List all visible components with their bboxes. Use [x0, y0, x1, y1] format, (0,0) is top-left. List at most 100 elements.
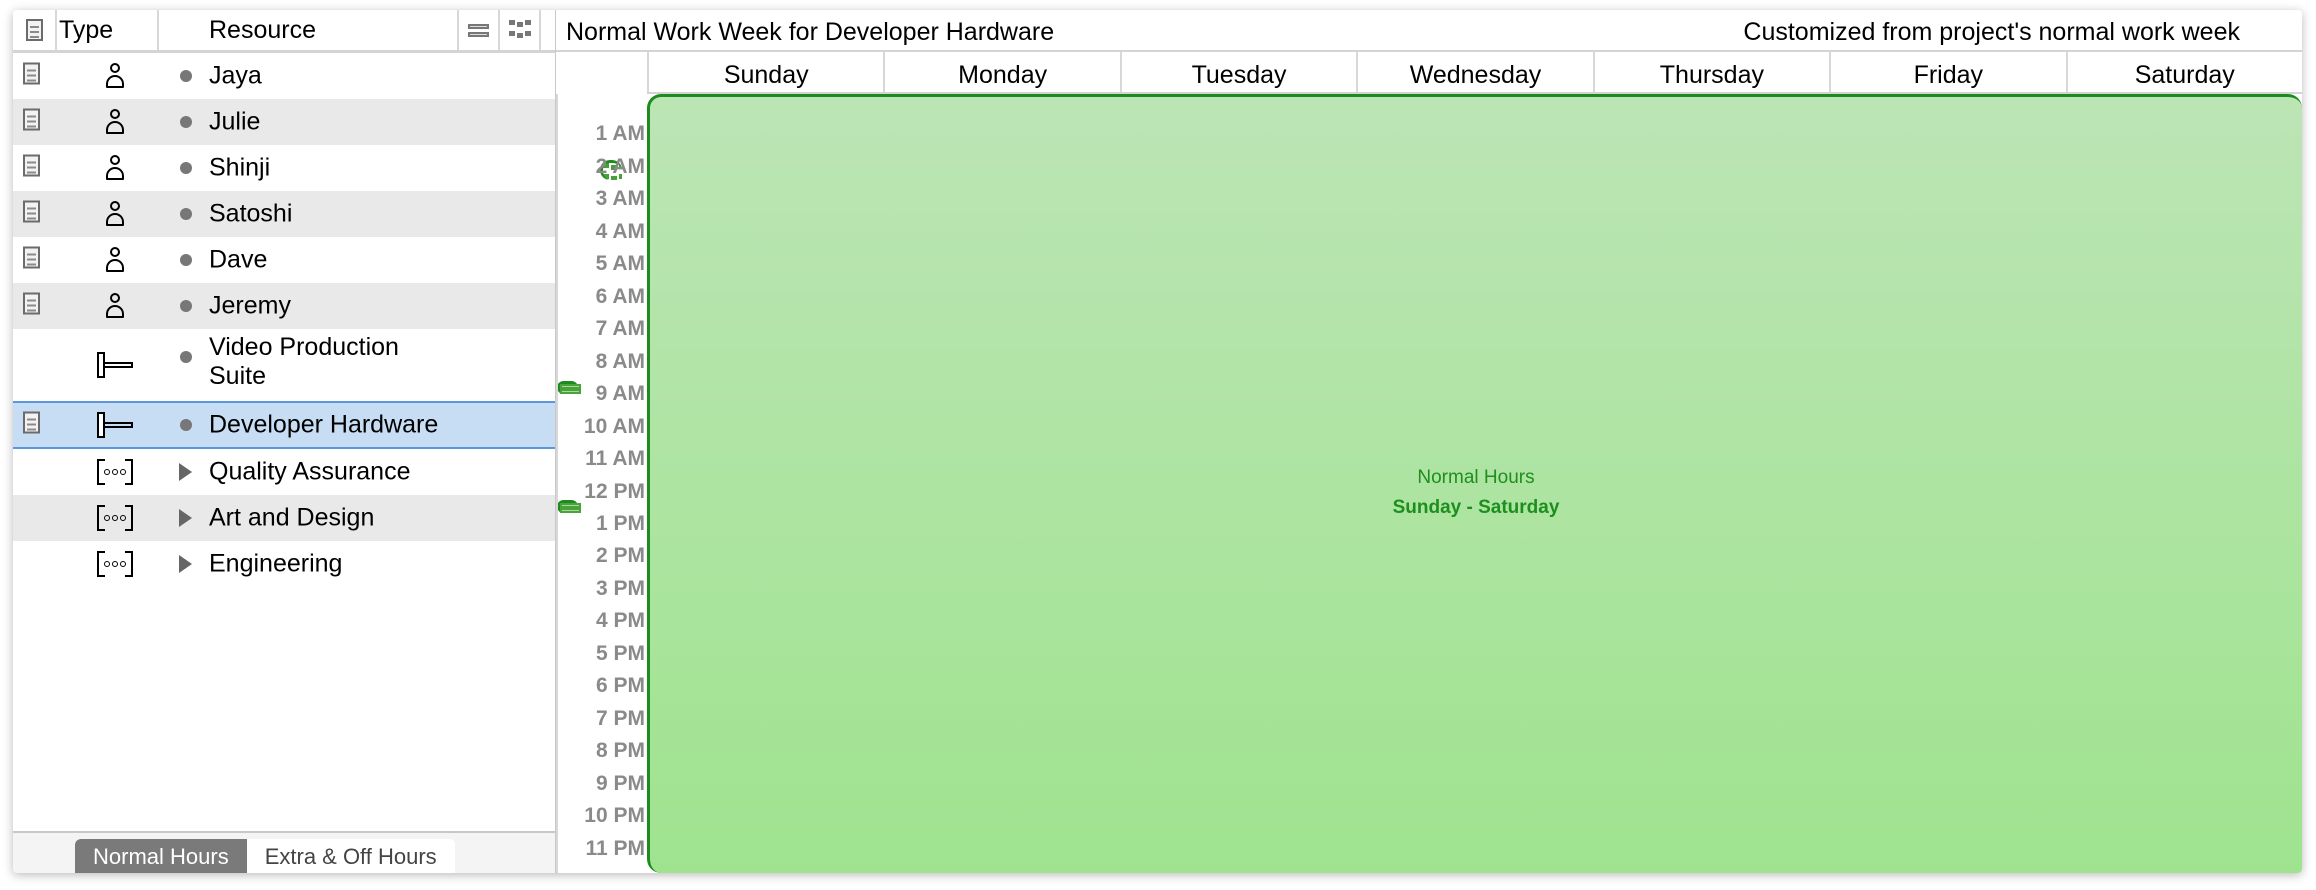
disclosure-triangle-icon[interactable]: [179, 555, 192, 573]
time-label: 2 PM: [595, 544, 645, 568]
leveling-column-header[interactable]: [459, 10, 500, 50]
row-type: [85, 551, 145, 577]
row-type: [85, 109, 145, 135]
bullet-icon: [180, 116, 192, 128]
row-type: [85, 155, 145, 181]
row-notes-button[interactable]: [23, 154, 40, 182]
notes-icon: [23, 292, 40, 315]
resource-row[interactable]: Jaya: [13, 53, 622, 180]
notes-icon: [23, 200, 40, 223]
row-notes-button[interactable]: [23, 62, 40, 90]
resource-row[interactable]: Engineering: [13, 541, 555, 587]
day-header-monday: Monday: [883, 52, 1119, 92]
bullet-icon: [180, 162, 192, 174]
person-icon: [105, 293, 125, 319]
person-icon: [105, 109, 125, 135]
row-type: [85, 352, 145, 378]
notes-icon: [23, 246, 40, 269]
person-icon: [105, 155, 125, 181]
bullet-icon: [180, 70, 192, 82]
resource-row[interactable]: Quality Assurance: [13, 449, 555, 495]
time-label: 1 PM: [595, 511, 645, 535]
row-notes-button[interactable]: [23, 108, 40, 136]
day-header-sunday: Sunday: [647, 52, 883, 92]
row-type: [85, 201, 145, 227]
time-label: 4 AM: [595, 219, 645, 243]
resource-name[interactable]: Quality Assurance: [209, 458, 449, 487]
day-header-tuesday: Tuesday: [1119, 52, 1356, 92]
person-icon: [105, 201, 125, 227]
resource-name[interactable]: Shinji: [209, 154, 449, 183]
group-icon: [97, 459, 133, 485]
resource-name[interactable]: Engineering: [209, 550, 449, 579]
time-label: 9 AM: [595, 382, 645, 406]
resource-row[interactable]: Video Production Suite: [13, 329, 555, 401]
bullet-icon: [180, 300, 192, 312]
time-label: 5 PM: [595, 641, 645, 665]
resource-row[interactable]: Shinji: [13, 145, 555, 191]
row-type: [85, 247, 145, 273]
equipment-icon: [97, 412, 133, 438]
leveling-marker: [466, 297, 581, 394]
type-column-header[interactable]: Type: [57, 10, 159, 50]
time-label: 8 PM: [595, 739, 645, 763]
row-notes-button[interactable]: [23, 411, 40, 439]
day-header-thursday: Thursday: [1592, 52, 1829, 92]
calendar-title: Normal Work Week for Developer Hardware: [566, 18, 1055, 46]
time-label: 5 AM: [595, 252, 645, 276]
hours-segmented-control: Normal Hours Extra & Off Hours: [75, 839, 455, 873]
resource-name[interactable]: Julie: [209, 108, 449, 137]
row-notes-button[interactable]: [23, 246, 40, 274]
row-notes-button[interactable]: [23, 200, 40, 228]
time-label: 11 AM: [585, 447, 645, 471]
resource-row[interactable]: Jeremy: [13, 283, 581, 394]
resource-row[interactable]: Julie: [13, 99, 555, 145]
notes-icon: [23, 108, 40, 131]
day-header-row: Sunday Monday Tuesday Wednesday Thursday Frid…: [647, 52, 2302, 94]
resource-row[interactable]: Dave: [13, 237, 555, 283]
row-notes-button[interactable]: [23, 292, 40, 320]
row-type: [85, 63, 145, 89]
resource-name[interactable]: Dave: [209, 246, 449, 275]
person-icon: [105, 63, 125, 89]
time-label: 12 PM: [584, 479, 645, 503]
app-window: Type Resource Jaya Julie Shinji Satoshi Dave…: [13, 10, 2302, 873]
time-label: 6 AM: [595, 284, 645, 308]
block-label: Normal Hours: [1417, 467, 1535, 488]
normal-hours-tab[interactable]: Normal Hours: [75, 839, 247, 873]
group-icon: [97, 505, 133, 531]
resource-name[interactable]: Jeremy: [209, 292, 449, 321]
resource-name[interactable]: Jaya: [209, 62, 449, 91]
network-column-header[interactable]: [500, 10, 541, 50]
notes-icon: [23, 62, 40, 85]
day-header-friday: Friday: [1829, 52, 2065, 92]
row-type: [85, 505, 145, 531]
equipment-icon: [97, 352, 133, 378]
resource-row[interactable]: Art and Design: [13, 495, 555, 541]
network-icon: [508, 20, 531, 40]
block-range: Sunday - Saturday: [1392, 497, 1560, 518]
row-type: [85, 412, 145, 438]
resource-row[interactable]: Developer Hardware: [13, 401, 581, 513]
extra-off-hours-tab[interactable]: Extra & Off Hours: [246, 839, 455, 873]
work-week-calendar: Normal Work Week for Developer Hardware …: [556, 10, 2302, 873]
bullet-icon: [180, 254, 192, 266]
time-label: 8 AM: [595, 349, 645, 373]
resource-name[interactable]: Art and Design: [209, 504, 449, 533]
row-type: [85, 293, 145, 319]
resource-name[interactable]: Video Production Suite: [209, 333, 409, 391]
resource-name[interactable]: Satoshi: [209, 200, 449, 229]
calendar-title-bar: Normal Work Week for Developer Hardware …: [556, 10, 2302, 52]
time-label: 9 PM: [595, 771, 645, 795]
table-header: Type Resource: [13, 10, 555, 53]
resource-column-header[interactable]: Resource: [159, 10, 459, 50]
resource-row[interactable]: Satoshi: [13, 191, 555, 237]
equal-icon: [468, 23, 489, 37]
disclosure-triangle-icon[interactable]: [179, 463, 192, 481]
notes-column-header[interactable]: [13, 10, 57, 50]
resource-header-label: Resource: [209, 15, 316, 44]
resource-name[interactable]: Developer Hardware: [209, 411, 449, 440]
normal-hours-block[interactable]: Normal Hours Sunday - Saturday: [647, 94, 2302, 873]
notes-icon: [23, 154, 40, 177]
disclosure-triangle-icon[interactable]: [179, 509, 192, 527]
